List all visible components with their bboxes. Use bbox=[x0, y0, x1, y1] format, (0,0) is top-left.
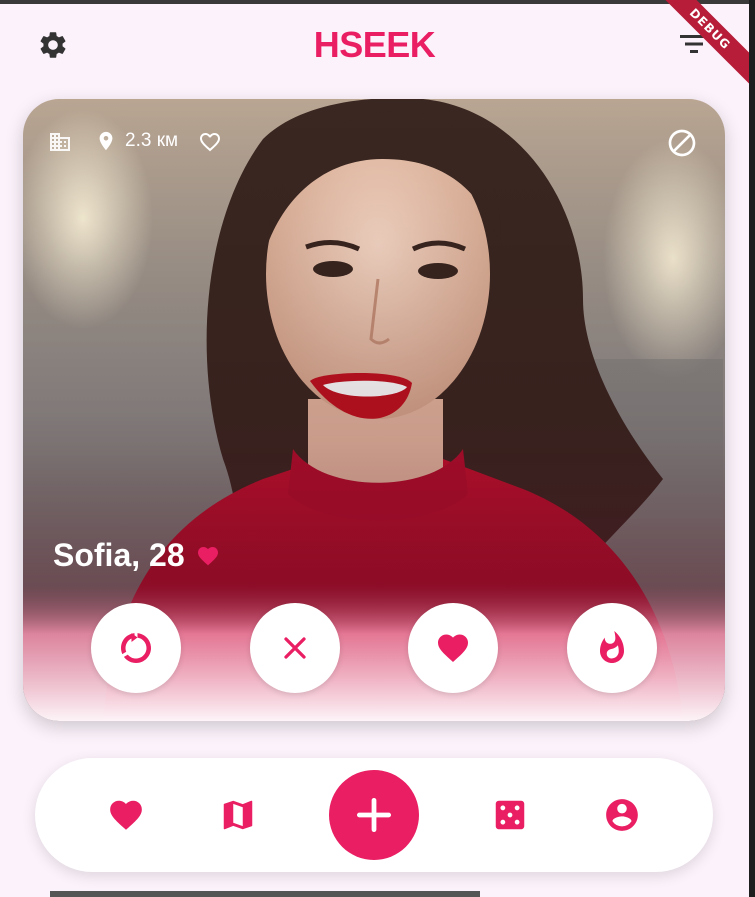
fire-icon bbox=[600, 631, 624, 663]
rewind-button[interactable] bbox=[91, 603, 181, 693]
heart-icon bbox=[110, 800, 142, 830]
map-icon bbox=[223, 800, 253, 830]
profile-name-row: Sofia, 28 bbox=[53, 537, 221, 574]
profile-name-age: Sofia, 28 bbox=[53, 537, 185, 573]
like-button[interactable] bbox=[408, 603, 498, 693]
editor-side-strip bbox=[749, 0, 755, 897]
dice-icon bbox=[495, 800, 525, 830]
profile-actions bbox=[23, 603, 725, 693]
window-bottom-bar bbox=[50, 891, 480, 897]
nav-random[interactable] bbox=[490, 795, 530, 835]
app-header: HSEEK bbox=[0, 18, 749, 74]
bottom-navigation bbox=[35, 758, 713, 872]
building-icon bbox=[48, 130, 72, 154]
account-icon bbox=[606, 799, 638, 831]
add-icon bbox=[356, 797, 392, 833]
heart-outline-icon[interactable] bbox=[197, 130, 223, 154]
app-window: HSEEK DEBUG 2.3 км Sofia, 28 bbox=[0, 0, 749, 897]
location-pin-icon bbox=[95, 129, 117, 153]
dislike-button[interactable] bbox=[250, 603, 340, 693]
app-title: HSEEK bbox=[313, 24, 436, 65]
add-button[interactable] bbox=[329, 770, 419, 860]
card-info-bar: 2.3 км bbox=[23, 99, 725, 179]
nav-likes[interactable] bbox=[106, 795, 146, 835]
rewind-icon bbox=[121, 633, 151, 663]
window-top-edge bbox=[0, 0, 749, 4]
nav-profile[interactable] bbox=[602, 795, 642, 835]
close-icon bbox=[284, 637, 306, 659]
super-like-button[interactable] bbox=[567, 603, 657, 693]
profile-card[interactable]: 2.3 км Sofia, 28 bbox=[23, 99, 725, 721]
heart-icon bbox=[438, 634, 468, 663]
heart-icon bbox=[195, 544, 221, 568]
block-icon[interactable] bbox=[666, 127, 698, 159]
distance-label: 2.3 км bbox=[125, 130, 179, 151]
nav-map[interactable] bbox=[218, 795, 258, 835]
